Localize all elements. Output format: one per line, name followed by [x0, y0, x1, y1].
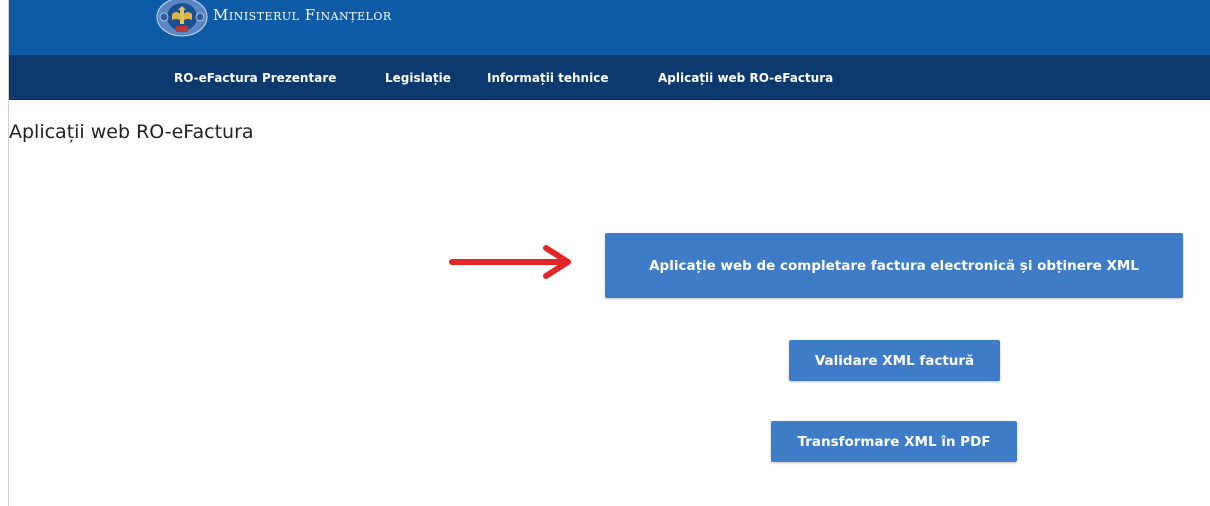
brand[interactable]: Ministerul Finanțelor: [155, 0, 392, 38]
ministry-name: Ministerul Finanțelor: [213, 6, 392, 24]
page: Ministerul Finanțelor RO-eFactura Prezen…: [0, 0, 1210, 506]
main-navigation: RO-eFactura Prezentare Legislație Inform…: [9, 55, 1210, 100]
nav-item-legislatie[interactable]: Legislație: [385, 55, 451, 99]
nav-item-aplicatii-web[interactable]: Aplicații web RO-eFactura: [658, 55, 833, 99]
completare-factura-button[interactable]: Aplicație web de completare factura elec…: [605, 233, 1183, 298]
page-title: Aplicații web RO-eFactura: [9, 121, 254, 143]
nav-item-prezentare[interactable]: RO-eFactura Prezentare: [174, 55, 336, 99]
validare-xml-button[interactable]: Validare XML factură: [789, 340, 1000, 381]
ministry-header: Ministerul Finanțelor: [9, 0, 1210, 55]
red-arrow-icon: [446, 245, 576, 279]
romania-coat-of-arms-icon: [155, 0, 209, 38]
nav-item-informatii-tehnice[interactable]: Informații tehnice: [487, 55, 608, 99]
transformare-pdf-button[interactable]: Transformare XML în PDF: [771, 421, 1017, 462]
